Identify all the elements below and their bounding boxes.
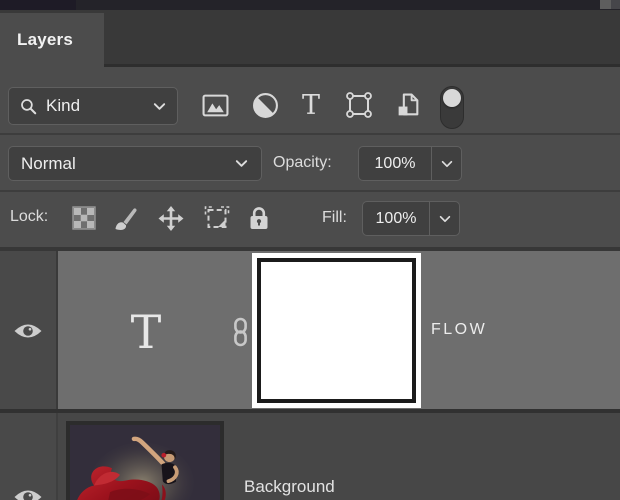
filter-toggle-switch[interactable] — [440, 86, 464, 129]
opacity-value[interactable]: 100% — [359, 155, 431, 173]
background-layer-thumbnail[interactable] — [66, 421, 224, 500]
fill-dropdown-button[interactable] — [430, 212, 459, 226]
search-icon — [21, 98, 37, 114]
chevron-down-icon — [439, 215, 450, 222]
window-top-bar-accent — [0, 0, 76, 10]
text-layer-thumbnail-glyph: T — [130, 305, 162, 359]
blend-mode-value: Normal — [21, 153, 76, 173]
lock-transparent-pixels-button[interactable] — [71, 205, 97, 231]
divider — [0, 133, 620, 135]
chevron-down-icon — [235, 160, 248, 167]
mask-link-icon[interactable] — [231, 317, 250, 347]
blend-mode-dropdown[interactable]: Normal — [8, 146, 262, 181]
filter-kind-dropdown[interactable]: Kind — [8, 87, 178, 125]
adjustment-layers-icon — [252, 92, 278, 118]
chevron-down-icon — [441, 160, 452, 167]
tab-layers-label: Layers — [17, 30, 74, 49]
dancer-thumbnail-image — [70, 425, 220, 500]
window-top-bar — [0, 0, 620, 10]
visibility-eye-icon[interactable] — [13, 487, 43, 500]
lock-label: Lock: — [10, 208, 49, 225]
opacity-label: Opacity: — [273, 154, 332, 171]
tab-layers[interactable]: Layers — [0, 13, 104, 67]
filter-kind-label: Kind — [46, 96, 81, 115]
opacity-dropdown-button[interactable] — [432, 157, 461, 171]
tab-strip-shadow — [104, 64, 620, 67]
move-arrows-icon — [158, 205, 184, 231]
panel-edge-fragment — [600, 0, 611, 9]
fill-control[interactable]: 100% — [362, 201, 460, 236]
visibility-eye-icon[interactable] — [13, 321, 43, 341]
panel-edge-fragment-2 — [611, 0, 620, 9]
paintbrush-icon — [115, 207, 137, 230]
filter-shape-layers-button[interactable] — [345, 91, 373, 119]
text-layer-thumbnail[interactable]: T — [112, 302, 180, 362]
lock-artboard-button[interactable] — [204, 205, 230, 231]
filter-adjustment-layers-button[interactable] — [251, 91, 279, 119]
layers-panel: Layers Kind T Normal Opacity: 100% Lock:… — [0, 0, 620, 500]
lock-transparency-icon — [72, 206, 96, 230]
filter-toggle-knob — [443, 89, 461, 107]
layer-mask-thumbnail[interactable] — [252, 253, 421, 408]
layer-flow-name[interactable]: FLOW — [431, 321, 487, 339]
chevron-down-icon — [153, 102, 166, 110]
layer-background-name[interactable]: Background — [244, 477, 335, 497]
padlock-icon — [250, 207, 268, 229]
layer-mask-thumbnail-inner — [257, 258, 416, 403]
filter-smart-objects-button[interactable] — [394, 91, 422, 119]
opacity-control[interactable]: 100% — [358, 146, 462, 181]
lock-position-button[interactable] — [158, 205, 184, 231]
fill-label: Fill: — [322, 209, 347, 226]
shape-layers-icon — [346, 92, 372, 118]
filter-pixel-layers-button[interactable] — [201, 91, 229, 119]
artboard-icon — [204, 205, 230, 228]
lock-image-pixels-button[interactable] — [113, 205, 139, 231]
divider — [0, 190, 620, 192]
pixel-layers-icon — [202, 94, 228, 116]
fill-value[interactable]: 100% — [363, 210, 429, 228]
filter-type-layers-button[interactable]: T — [297, 91, 325, 119]
lock-all-button[interactable] — [246, 205, 272, 231]
smart-objects-icon — [398, 93, 418, 115]
type-layers-icon: T — [301, 89, 320, 121]
